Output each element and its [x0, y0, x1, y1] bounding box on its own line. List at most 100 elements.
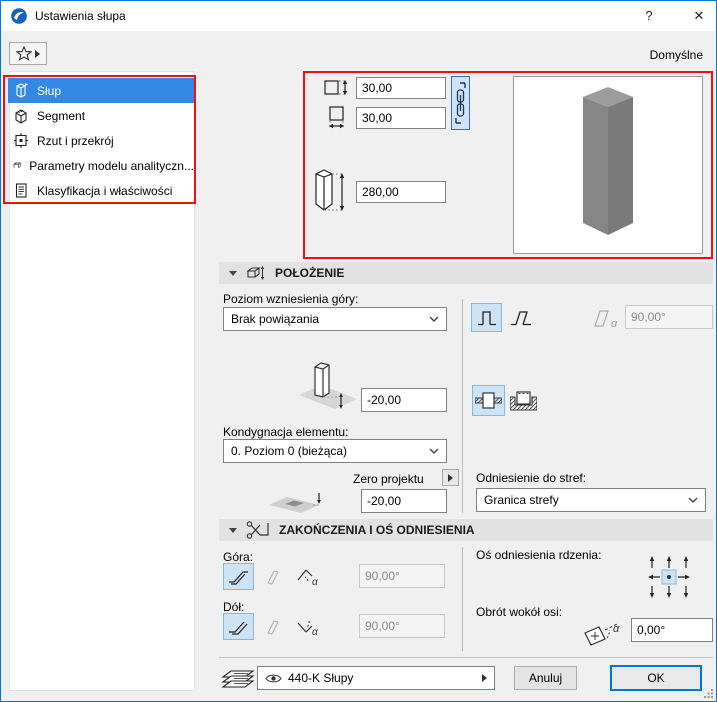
scissors-icon [246, 521, 269, 539]
sidebar-item-slup[interactable]: Słup [8, 78, 194, 103]
separator [462, 547, 463, 651]
sidebar-item-rzut-i-przekroj[interactable]: Rzut i przekrój [8, 128, 194, 153]
profile-width-input[interactable]: 30,00 [356, 107, 446, 129]
top-cut-angle-input: 90,00° [359, 564, 445, 588]
bottom-cut-angle-input: 90,00° [359, 614, 445, 638]
flyout-arrow-icon [482, 674, 487, 682]
sidebar-item-klasyfikacja[interactable]: Klasyfikacja i właściwości [8, 178, 194, 203]
flyout-arrow-icon [35, 49, 40, 58]
story-dropdown[interactable]: 0. Poziom 0 (bieżąca) [223, 439, 447, 463]
bottom-cut-angle-toggle[interactable]: α [292, 613, 328, 640]
classification-icon [15, 183, 27, 198]
project-zero-input[interactable]: -20,00 [361, 489, 447, 513]
column-preview[interactable] [513, 76, 703, 254]
collapse-triangle-icon [229, 527, 237, 533]
resize-grip[interactable] [704, 689, 713, 698]
top-level-value: Brak powiązania [231, 312, 320, 326]
favorites-button[interactable] [9, 42, 47, 65]
help-button[interactable]: ? [633, 1, 665, 30]
svg-text:α: α [611, 318, 618, 330]
cancel-button[interactable]: Anuluj [514, 666, 577, 690]
zones-dropdown[interactable]: Granica strefy [476, 488, 706, 512]
chain-icon [455, 82, 466, 124]
column-3d-image [583, 87, 633, 235]
perpendicular-cut-icon [266, 620, 279, 635]
profile-height-icon [324, 80, 348, 95]
layer-value: 440-K Słupy [288, 671, 354, 685]
top-cut-perpendicular-toggle[interactable] [258, 563, 289, 590]
relative-to-story-toggle[interactable] [472, 385, 505, 416]
separator [462, 299, 463, 513]
column-height-input[interactable]: 280,00 [356, 181, 446, 203]
section-title: ZAKOŃCZENIA I OŚ ODNIESIENIA [279, 523, 475, 537]
layers-icon [221, 670, 255, 688]
section-header-polozenie[interactable]: POŁOŻENIE [219, 262, 713, 284]
horizontal-cut-icon [228, 571, 248, 585]
collapse-triangle-icon [229, 270, 237, 276]
slant-angle-input: 90,00° [625, 305, 713, 329]
sidebar-item-label: Klasyfikacja i właściwości [37, 183, 173, 198]
vertical-column-icon [477, 311, 496, 326]
offset-input[interactable]: -20,00 [361, 388, 447, 412]
zones-value: Granica strefy [484, 493, 559, 507]
sidebar-item-label: Parametry modelu analityczn... [29, 158, 194, 173]
horizontal-cut-icon [228, 621, 247, 635]
rotation-input[interactable]: 0,00° [631, 618, 713, 642]
section-header-zakonczenia[interactable]: ZAKOŃCZENIA I OŚ ODNIESIENIA [219, 519, 713, 541]
sidebar-item-parametry-modelu[interactable]: Parametry modelu analityczn... [8, 153, 194, 178]
column-through-floor-icon [475, 392, 502, 409]
project-zero-flyout-button[interactable] [442, 469, 459, 486]
flyout-arrow-icon [448, 473, 453, 482]
project-zero-label: Zero projektu [353, 472, 424, 486]
project-zero-plane-icon [269, 493, 321, 513]
sidebar-item-segment[interactable]: Segment [8, 103, 194, 128]
chevron-down-icon [429, 448, 439, 454]
bottom-cut-horizontal-toggle[interactable] [223, 613, 254, 640]
core-axis-anchor-selector[interactable] [644, 553, 694, 601]
column-elevation-icon [246, 266, 265, 280]
custom-angle-bottom-icon: α [297, 620, 318, 637]
core-axis-label: Oś odniesienia rdzenia: [476, 548, 602, 562]
defaults-label: Domyślne [649, 48, 703, 62]
top-level-label: Poziom wzniesienia góry: [223, 292, 359, 306]
svg-text:α: α [312, 577, 318, 587]
slanted-column-icon [510, 311, 531, 326]
vertical-column-toggle[interactable] [471, 303, 502, 332]
section-title: POŁOŻENIE [275, 266, 345, 280]
top-level-dropdown[interactable]: Brak powiązania [223, 307, 447, 331]
close-button[interactable]: ✕ [683, 1, 715, 30]
layer-dropdown[interactable]: 440-K Słupy [257, 666, 495, 690]
column-offset-icon [299, 362, 357, 409]
segment-icon [15, 109, 27, 124]
slant-angle-icon: α [594, 310, 618, 330]
rotation-label: Obrót wokół osi: [476, 605, 563, 619]
svg-text:α: α [312, 627, 318, 637]
top-cut-label: Góra: [223, 550, 254, 564]
perpendicular-cut-icon [266, 570, 279, 585]
recessed-column-toggle[interactable] [507, 385, 540, 416]
svg-text:α: α [613, 623, 620, 635]
top-cut-angle-toggle[interactable]: α [292, 563, 328, 590]
rotation-angle-icon: α [584, 623, 620, 646]
top-cut-horizontal-toggle[interactable] [223, 563, 254, 590]
slanted-column-toggle[interactable] [505, 303, 536, 332]
eye-icon [265, 674, 282, 682]
profile-height-input[interactable]: 30,00 [356, 77, 446, 99]
star-icon [16, 46, 32, 61]
chevron-down-icon [688, 497, 698, 503]
column-settings-dialog: Ustawienia słupa ? ✕ Domyślne Słup Segme… [0, 0, 717, 702]
title-bar: Ustawienia słupa ? ✕ [1, 1, 716, 31]
app-logo-icon [11, 8, 27, 24]
bottom-cut-label: Dół: [223, 600, 245, 614]
window-title: Ustawienia słupa [35, 9, 126, 23]
bottom-cut-perpendicular-toggle[interactable] [258, 613, 289, 640]
link-dimensions-button[interactable] [451, 76, 470, 130]
sidebar-item-label: Segment [37, 108, 86, 123]
sidebar-item-label: Słup [37, 83, 62, 98]
footer-separator [219, 657, 713, 658]
ok-button[interactable]: OK [610, 665, 702, 691]
chevron-down-icon [429, 316, 439, 322]
column-icon [16, 83, 28, 98]
zones-label: Odniesienie do stref: [476, 471, 587, 485]
analytical-model-icon [13, 162, 22, 169]
